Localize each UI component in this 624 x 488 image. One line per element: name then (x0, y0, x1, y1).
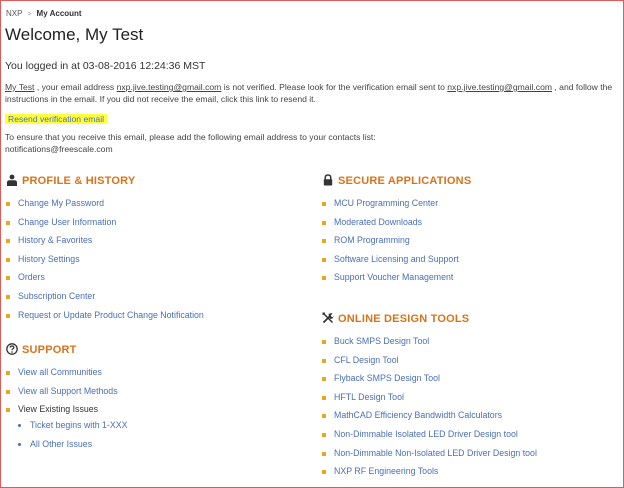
flyback-smps-tool-link[interactable]: Flyback SMPS Design Tool (322, 373, 537, 392)
mcu-programming-link[interactable]: MCU Programming Center (322, 198, 459, 217)
history-favorites-link[interactable]: History & Favorites (6, 235, 204, 254)
buck-smps-tool-link[interactable]: Buck SMPS Design Tool (322, 336, 537, 355)
existing-issues-sublist: Ticket begins with 1-XXX All Other Issue… (16, 420, 127, 458)
product-change-notification-link[interactable]: Request or Update Product Change Notific… (6, 310, 204, 329)
subscription-center-link[interactable]: Subscription Center (6, 291, 204, 310)
contacts-notice-text: To ensure that you receive this email, p… (5, 132, 376, 142)
all-other-issues-link[interactable]: All Other Issues (16, 439, 127, 458)
profile-history-title: PROFILE & HISTORY (22, 175, 136, 187)
view-all-communities-link[interactable]: View all Communities (6, 367, 118, 386)
breadcrumb-root[interactable]: NXP (6, 9, 22, 18)
contacts-notice: To ensure that you receive this email, p… (5, 131, 605, 155)
nxp-rf-tools-link[interactable]: NXP RF Engineering Tools (322, 466, 537, 485)
breadcrumb: NXP > My Account (6, 9, 82, 18)
support-heading: SUPPORT (6, 343, 77, 356)
hftl-tool-link[interactable]: HFTL Design Tool (322, 392, 537, 411)
online-design-tools-list: Buck SMPS Design Tool CFL Design Tool Fl… (322, 336, 537, 485)
change-password-link[interactable]: Change My Password (6, 198, 204, 217)
tools-icon (322, 312, 334, 324)
login-timestamp: You logged in at 03-08-2016 12:24:36 MST (5, 60, 206, 72)
support-title: SUPPORT (22, 344, 77, 356)
secure-applications-list: MCU Programming Center Moderated Downloa… (322, 198, 459, 291)
notifications-email: notifications@freescale.com (5, 144, 113, 154)
user-email-2: nxp.jive.testing@gmail.com (447, 82, 553, 92)
secure-applications-heading: SECURE APPLICATIONS (322, 174, 471, 187)
support-list: View all Communities View all Support Me… (6, 367, 118, 423)
view-all-support-methods-link[interactable]: View all Support Methods (6, 386, 118, 405)
lock-icon (323, 174, 333, 186)
history-settings-link[interactable]: History Settings (6, 254, 204, 273)
non-isolated-led-driver-tool-link[interactable]: Non-Dimmable Non-Isolated LED Driver Des… (322, 448, 537, 467)
verify-text-1: , your email address (34, 82, 117, 92)
mathcad-calculators-link[interactable]: MathCAD Efficiency Bandwidth Calculators (322, 410, 537, 429)
breadcrumb-separator: > (27, 11, 32, 18)
change-user-info-link[interactable]: Change User Information (6, 217, 204, 236)
online-design-tools-heading: ONLINE DESIGN TOOLS (322, 312, 469, 325)
rom-programming-link[interactable]: ROM Programming (322, 235, 459, 254)
user-icon (7, 174, 17, 186)
moderated-downloads-link[interactable]: Moderated Downloads (322, 217, 459, 236)
question-circle-icon (6, 343, 18, 355)
cfl-tool-link[interactable]: CFL Design Tool (322, 355, 537, 374)
ticket-begins-link[interactable]: Ticket begins with 1-XXX (16, 420, 127, 439)
secure-applications-title: SECURE APPLICATIONS (338, 175, 472, 187)
orders-link[interactable]: Orders (6, 272, 204, 291)
page-title: Welcome, My Test (5, 25, 144, 44)
profile-history-list: Change My Password Change User Informati… (6, 198, 204, 328)
breadcrumb-current: My Account (36, 9, 82, 18)
verify-text-2: is not verified. Please look for the ver… (221, 82, 448, 92)
software-licensing-link[interactable]: Software Licensing and Support (322, 254, 459, 273)
user-email: nxp.jive.testing@gmail.com (116, 82, 222, 92)
profile-history-heading: PROFILE & HISTORY (6, 174, 135, 187)
verification-message: My Test , your email address nxp.jive.te… (5, 81, 617, 105)
online-design-tools-title: ONLINE DESIGN TOOLS (338, 313, 470, 325)
isolated-led-driver-tool-link[interactable]: Non-Dimmable Isolated LED Driver Design … (322, 429, 537, 448)
support-voucher-link[interactable]: Support Voucher Management (322, 272, 459, 291)
user-name-link[interactable]: My Test (5, 82, 34, 92)
resend-verification-link[interactable]: Resend verification email (5, 114, 108, 124)
